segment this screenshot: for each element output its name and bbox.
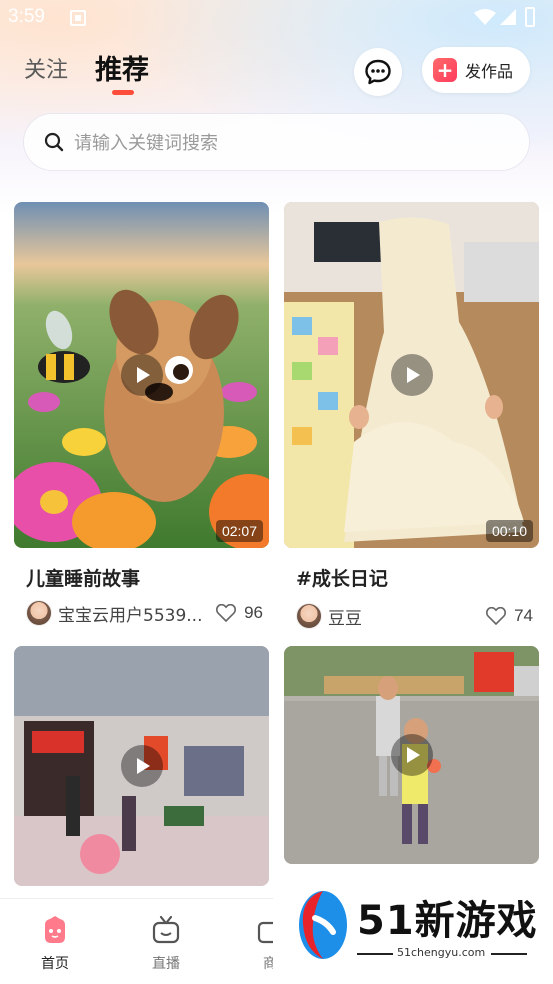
- heart-icon: [486, 607, 507, 625]
- feed-card[interactable]: 00:10 #成长日记 豆豆 74: [284, 202, 539, 629]
- like-button[interactable]: 74: [486, 606, 533, 626]
- status-bar: 3:59: [0, 0, 553, 36]
- like-count: 96: [244, 603, 263, 622]
- heart-icon: [216, 604, 237, 622]
- video-duration: 00:10: [485, 520, 533, 542]
- plus-icon: +: [433, 58, 457, 82]
- watermark-line: [357, 953, 393, 955]
- play-icon[interactable]: [390, 354, 433, 396]
- avatar: [296, 603, 322, 629]
- feed-card[interactable]: 02:07 儿童睡前故事 宝宝云用户5539... 96: [14, 202, 269, 626]
- search-placeholder: 请输入关键词搜索: [74, 133, 218, 154]
- watermark-url: 51chengyu.com: [397, 946, 486, 959]
- nav-home[interactable]: 首页: [25, 915, 85, 973]
- play-icon[interactable]: [390, 734, 433, 776]
- nav-live-label: 直播: [152, 956, 180, 972]
- signal-icon: [500, 9, 516, 25]
- status-time: 3:59: [8, 6, 45, 27]
- like-count: 74: [514, 606, 533, 625]
- publish-label: 发作品: [465, 62, 514, 81]
- search-bar[interactable]: 请输入关键词搜索: [24, 114, 529, 170]
- video-thumbnail[interactable]: [284, 646, 539, 864]
- tab-active-indicator: [112, 90, 134, 95]
- watermark-brand: 51新游戏: [357, 898, 538, 944]
- search-icon: [44, 132, 64, 152]
- message-button[interactable]: [354, 48, 402, 96]
- tab-recommend[interactable]: 推荐: [95, 48, 149, 87]
- watermark-overlay: 51新游戏 51chengyu.com: [273, 876, 553, 984]
- feed-card[interactable]: [14, 646, 269, 886]
- nav-home-label: 首页: [41, 956, 69, 972]
- watermark-line: [491, 953, 527, 955]
- card-title[interactable]: 儿童睡前故事: [26, 564, 140, 591]
- feed-card[interactable]: [284, 646, 539, 864]
- author-name: 豆豆: [328, 608, 362, 629]
- video-thumbnail[interactable]: 00:10: [284, 202, 539, 548]
- chat-bubble-icon: [365, 59, 391, 85]
- play-icon[interactable]: [120, 745, 163, 787]
- home-icon: [45, 916, 65, 943]
- card-title[interactable]: #成长日记: [296, 564, 388, 591]
- tab-follow[interactable]: 关注: [24, 52, 68, 84]
- video-duration: 02:07: [215, 520, 263, 542]
- battery-icon: [525, 7, 535, 27]
- watermark-logo: [299, 891, 347, 959]
- nav-live[interactable]: 直播: [136, 915, 196, 973]
- card-author[interactable]: 宝宝云用户5539...: [26, 600, 202, 626]
- play-icon[interactable]: [120, 354, 163, 396]
- card-author[interactable]: 豆豆: [296, 603, 362, 629]
- video-thumbnail[interactable]: 02:07: [14, 202, 269, 548]
- author-name: 宝宝云用户5539...: [58, 605, 203, 626]
- publish-button[interactable]: + 发作品: [422, 47, 530, 93]
- notification-icon: [70, 10, 86, 26]
- tv-icon: [152, 915, 180, 944]
- like-button[interactable]: 96: [216, 603, 263, 623]
- video-thumbnail[interactable]: [14, 646, 269, 886]
- avatar: [26, 600, 52, 626]
- wifi-icon: [474, 9, 496, 25]
